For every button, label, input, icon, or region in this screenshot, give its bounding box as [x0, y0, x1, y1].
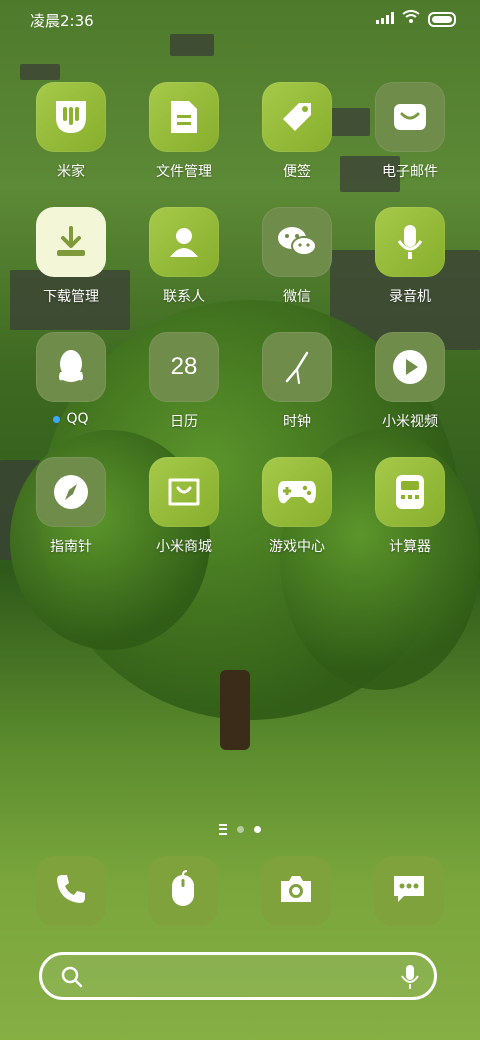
- play-icon: [375, 332, 445, 402]
- app-contacts[interactable]: 联系人: [128, 207, 240, 306]
- app-label: 便签: [283, 164, 311, 180]
- app-label: 录音机: [389, 289, 431, 305]
- camera-icon: [277, 873, 315, 909]
- status-time: 凌晨2:36: [30, 12, 94, 30]
- notification-dot: [53, 415, 61, 423]
- app-label: 时钟: [283, 414, 311, 430]
- app-label-text: QQ: [66, 411, 89, 427]
- app-mi-video[interactable]: 小米视频: [354, 332, 466, 431]
- app-wechat[interactable]: 微信: [241, 207, 353, 306]
- qq-icon: [36, 332, 106, 402]
- dock-phone[interactable]: [36, 856, 106, 926]
- app-label: 下载管理: [43, 289, 99, 305]
- page-dot-2[interactable]: [254, 826, 261, 833]
- app-label: 联系人: [163, 289, 205, 305]
- menu-icon[interactable]: [219, 824, 227, 835]
- app-calculator[interactable]: 计算器: [354, 457, 466, 556]
- wechat-icon: [262, 207, 332, 277]
- status-icons: [376, 10, 456, 28]
- clock-icon: [262, 332, 332, 402]
- compass-icon: [36, 457, 106, 527]
- phone-icon: [54, 872, 88, 910]
- app-label: QQ: [15, 411, 127, 427]
- app-file-manager[interactable]: 文件管理: [128, 82, 240, 181]
- calendar-date: 28: [170, 353, 198, 380]
- calculator-icon: [375, 457, 445, 527]
- app-calendar[interactable]: 28 日历: [128, 332, 240, 431]
- mail-icon: [375, 82, 445, 152]
- app-mi-home[interactable]: 米家: [15, 82, 127, 181]
- mouse-icon: [169, 870, 197, 912]
- file-icon: [149, 82, 219, 152]
- calendar-icon: 28: [149, 332, 219, 402]
- wifi-icon: [402, 10, 420, 28]
- page-dot-1[interactable]: [237, 826, 244, 833]
- app-label: 文件管理: [156, 164, 212, 180]
- app-downloads[interactable]: 下载管理: [15, 207, 127, 306]
- person-icon: [149, 207, 219, 277]
- app-label: 微信: [283, 289, 311, 305]
- signal-icon: [376, 10, 394, 28]
- search-bar[interactable]: [39, 952, 437, 1000]
- search-icon: [60, 965, 84, 993]
- app-label: 米家: [57, 164, 85, 180]
- app-notes[interactable]: 便签: [241, 82, 353, 181]
- app-label: 计算器: [389, 539, 431, 555]
- app-clock[interactable]: 时钟: [241, 332, 353, 431]
- app-label: 游戏中心: [269, 539, 325, 555]
- status-bar: 凌晨2:36: [0, 0, 480, 40]
- message-icon: [390, 872, 428, 910]
- mi-home-icon: [36, 82, 106, 152]
- app-recorder[interactable]: 录音机: [354, 207, 466, 306]
- app-compass[interactable]: 指南针: [15, 457, 127, 556]
- dock-mouse[interactable]: [148, 856, 218, 926]
- app-mi-store[interactable]: 小米商城: [128, 457, 240, 556]
- app-label: 小米视频: [382, 414, 438, 430]
- tag-icon: [262, 82, 332, 152]
- gamepad-icon: [262, 457, 332, 527]
- microphone-icon: [375, 207, 445, 277]
- app-label: 小米商城: [156, 539, 212, 555]
- shopping-bag-icon: [149, 457, 219, 527]
- app-label: 日历: [170, 414, 198, 430]
- dock-messages[interactable]: [374, 856, 444, 926]
- app-qq[interactable]: QQ: [15, 332, 127, 427]
- app-label: 电子邮件: [382, 164, 438, 180]
- microphone-icon[interactable]: [400, 964, 420, 994]
- page-indicator[interactable]: [0, 824, 480, 835]
- battery-icon: [428, 11, 456, 27]
- app-game-center[interactable]: 游戏中心: [241, 457, 353, 556]
- app-email[interactable]: 电子邮件: [354, 82, 466, 181]
- app-label: 指南针: [50, 539, 92, 555]
- download-icon: [36, 207, 106, 277]
- dock-camera[interactable]: [261, 856, 331, 926]
